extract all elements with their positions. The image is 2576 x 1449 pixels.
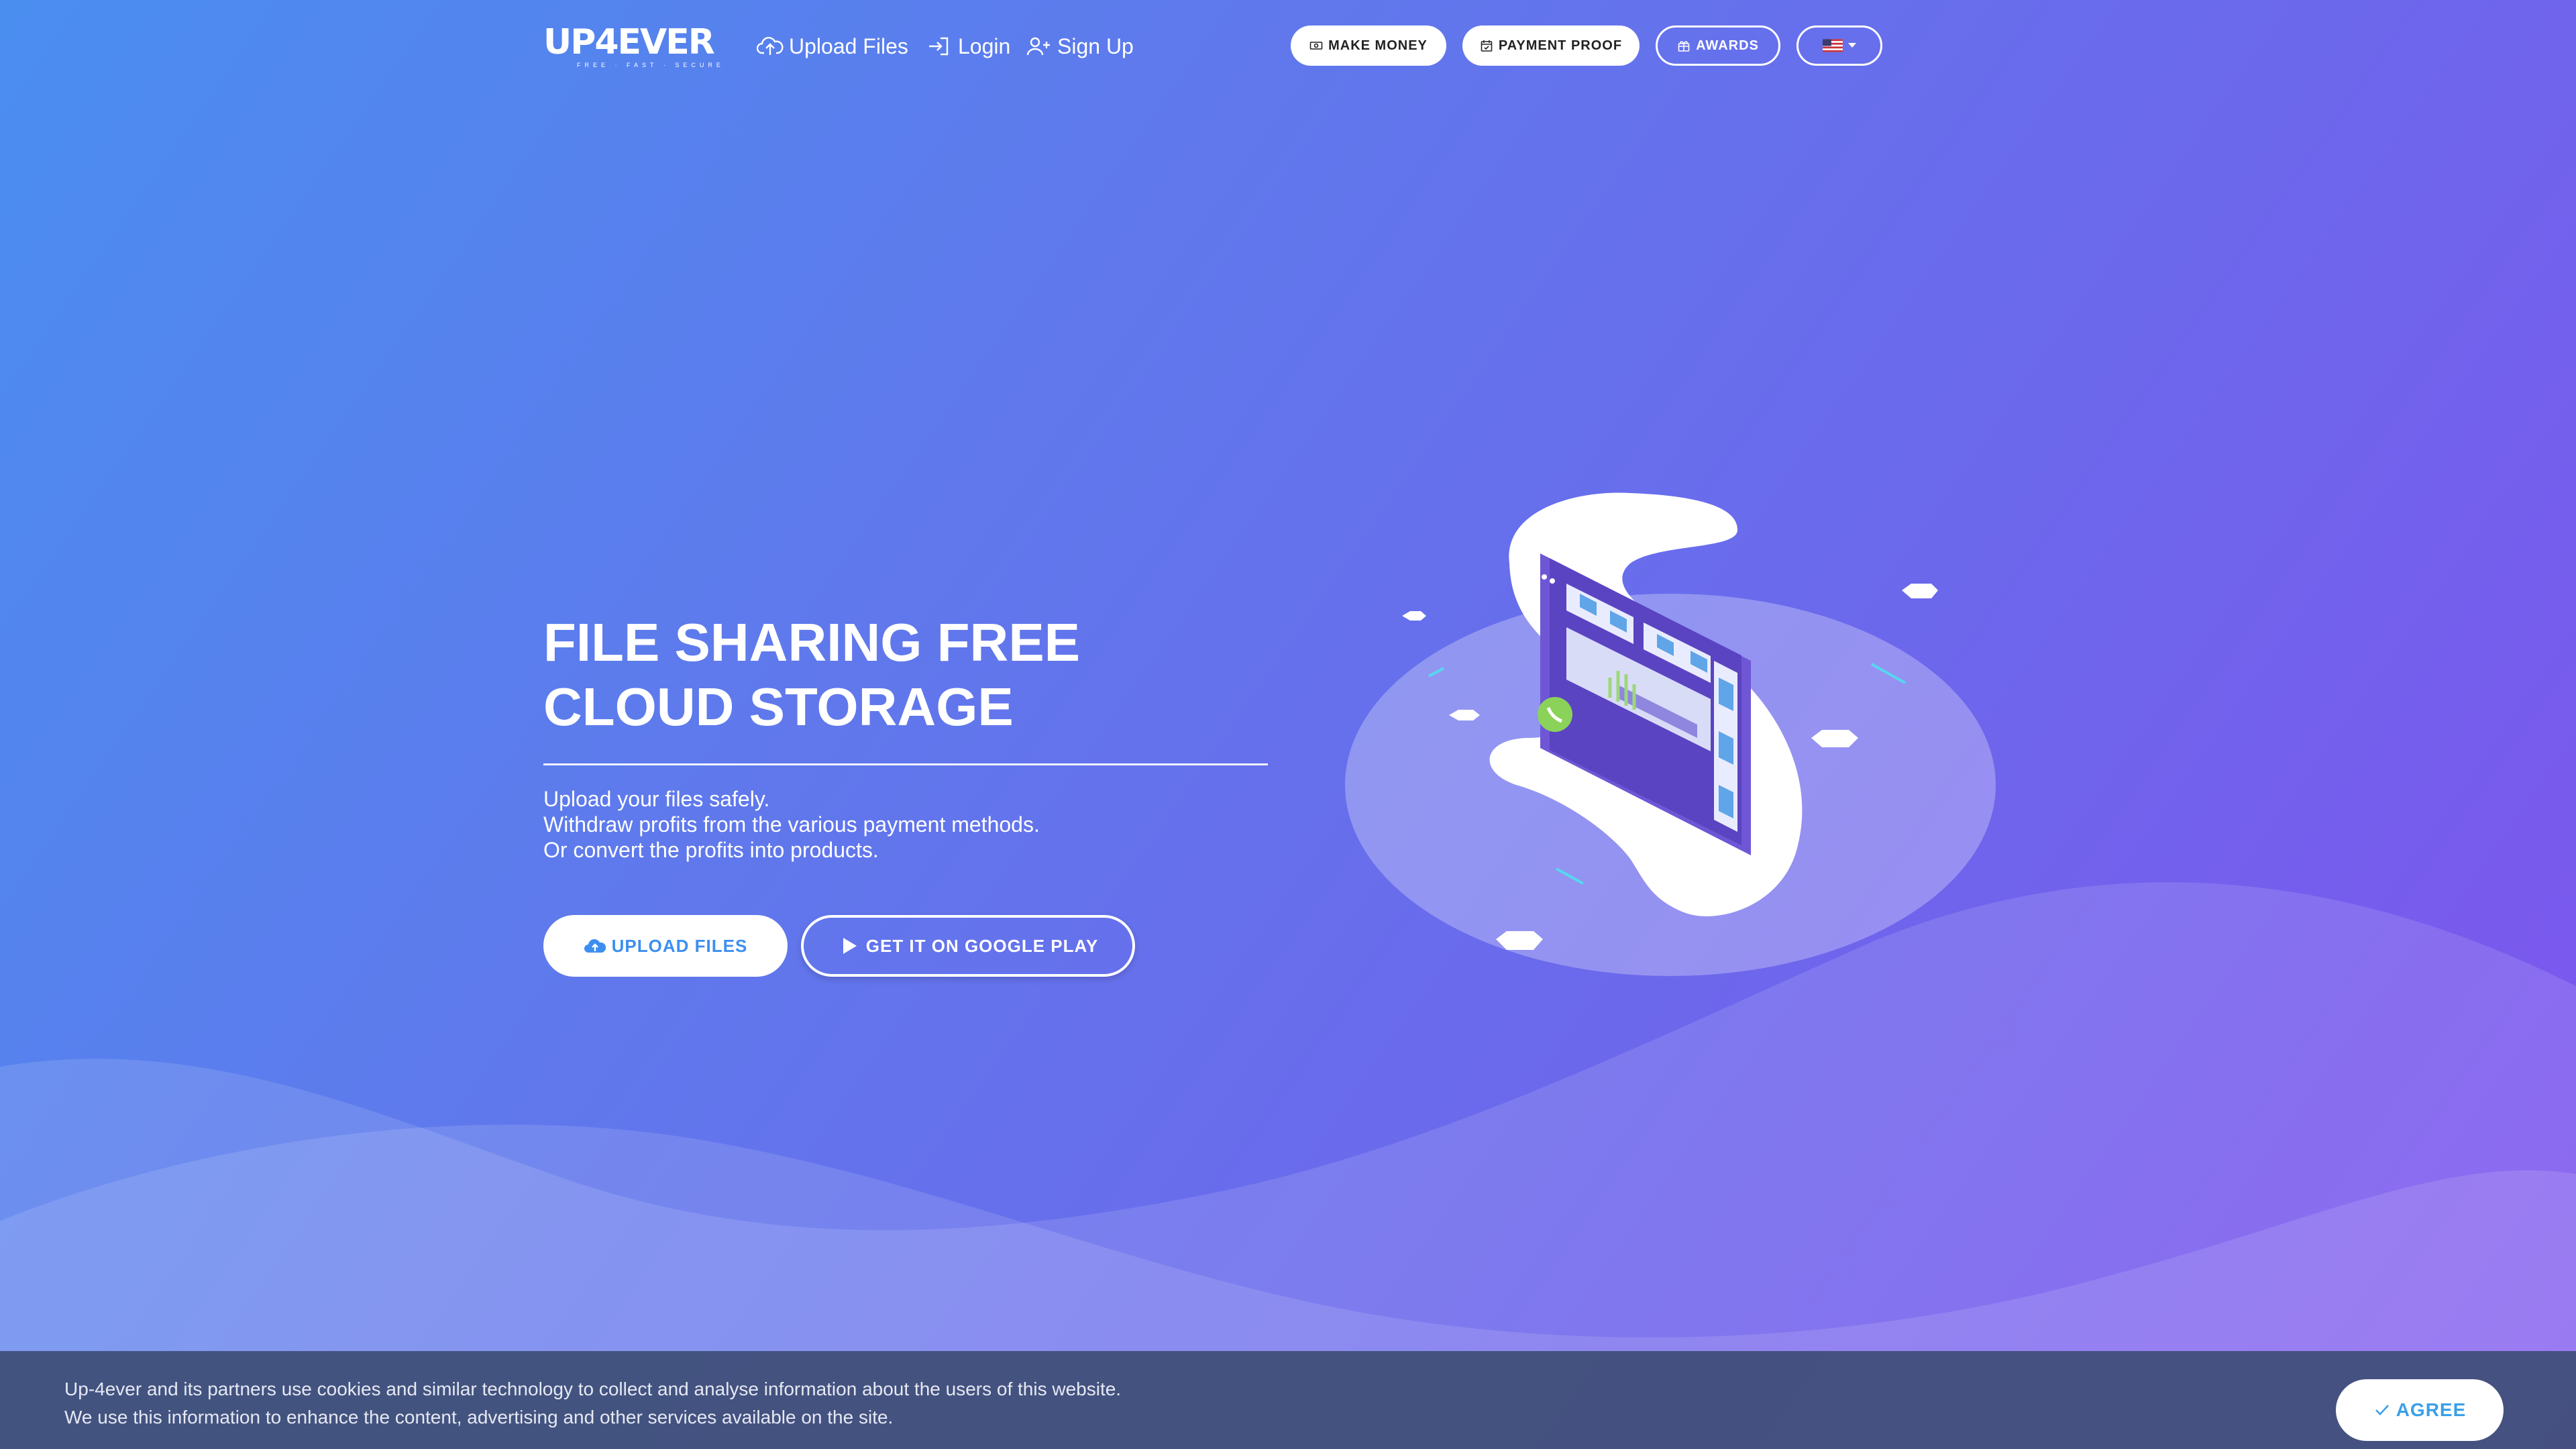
hero-line: Or convert the profits into products. — [543, 838, 879, 862]
hero-description: Upload your files safely. Withdraw profi… — [543, 786, 1281, 863]
upload-files-label: UPLOAD FILES — [611, 935, 748, 956]
top-navbar: UP4EVER FREE · FAST · SECURE Upload File… — [0, 23, 2576, 70]
agree-label: AGREE — [2396, 1399, 2467, 1420]
language-dropdown[interactable] — [1796, 25, 1882, 66]
hero-title: FILE SHARING FREE CLOUD STORAGE — [543, 612, 1081, 737]
gift-icon — [1678, 41, 1690, 52]
cloud-storage-illustration — [1345, 492, 1996, 976]
cloud-upload-icon — [757, 37, 784, 55]
cookie-consent-bar: Up-4ever and its partners use cookies an… — [0, 1351, 2576, 1449]
logo-tagline: FREE · FAST · SECURE — [577, 62, 724, 68]
nav-login-label: Login — [958, 34, 1011, 58]
payment-proof-label: PAYMENT PROOF — [1498, 38, 1623, 53]
make-money-label: MAKE MONEY — [1328, 38, 1428, 53]
us-flag-icon — [1823, 39, 1843, 52]
user-plus-icon — [1026, 37, 1050, 56]
check-icon — [2375, 1405, 2389, 1415]
google-play-button[interactable]: GET IT ON GOOGLE PLAY — [801, 915, 1135, 977]
cookie-line: We use this information to enhance the c… — [64, 1407, 894, 1428]
nav-login[interactable]: Login — [926, 32, 1010, 60]
nav-upload-files[interactable]: Upload Files — [757, 32, 908, 60]
nav-signup-label: Sign Up — [1057, 34, 1134, 58]
google-play-label: GET IT ON GOOGLE PLAY — [865, 935, 1099, 956]
cloud-upload-icon — [584, 939, 606, 953]
money-icon — [1309, 42, 1323, 50]
payment-proof-button[interactable]: PAYMENT PROOF — [1462, 25, 1640, 66]
hero-line: Withdraw profits from the various paymen… — [543, 812, 1040, 837]
nav-upload-label: Upload Files — [789, 34, 908, 58]
make-money-button[interactable]: MAKE MONEY — [1291, 25, 1446, 66]
logo-text: UP4EVER — [543, 22, 715, 62]
background-waves — [0, 882, 2576, 1449]
awards-button[interactable]: AWARDS — [1656, 25, 1780, 66]
cookie-message: Up-4ever and its partners use cookies an… — [64, 1375, 1121, 1432]
cookie-line: Up-4ever and its partners use cookies an… — [64, 1379, 1122, 1399]
upload-files-button[interactable]: UPLOAD FILES — [543, 915, 788, 977]
hero-line: Upload your files safely. — [543, 787, 770, 811]
awards-label: AWARDS — [1696, 38, 1759, 53]
caret-down-icon — [1848, 43, 1856, 48]
calendar-check-icon — [1481, 40, 1493, 52]
site-logo[interactable]: UP4EVER FREE · FAST · SECURE — [543, 24, 724, 68]
hero-divider — [543, 763, 1268, 765]
login-icon — [929, 37, 949, 56]
nav-sign-up[interactable]: Sign Up — [1025, 32, 1134, 60]
agree-button[interactable]: AGREE — [2336, 1379, 2504, 1441]
play-icon — [843, 938, 857, 954]
